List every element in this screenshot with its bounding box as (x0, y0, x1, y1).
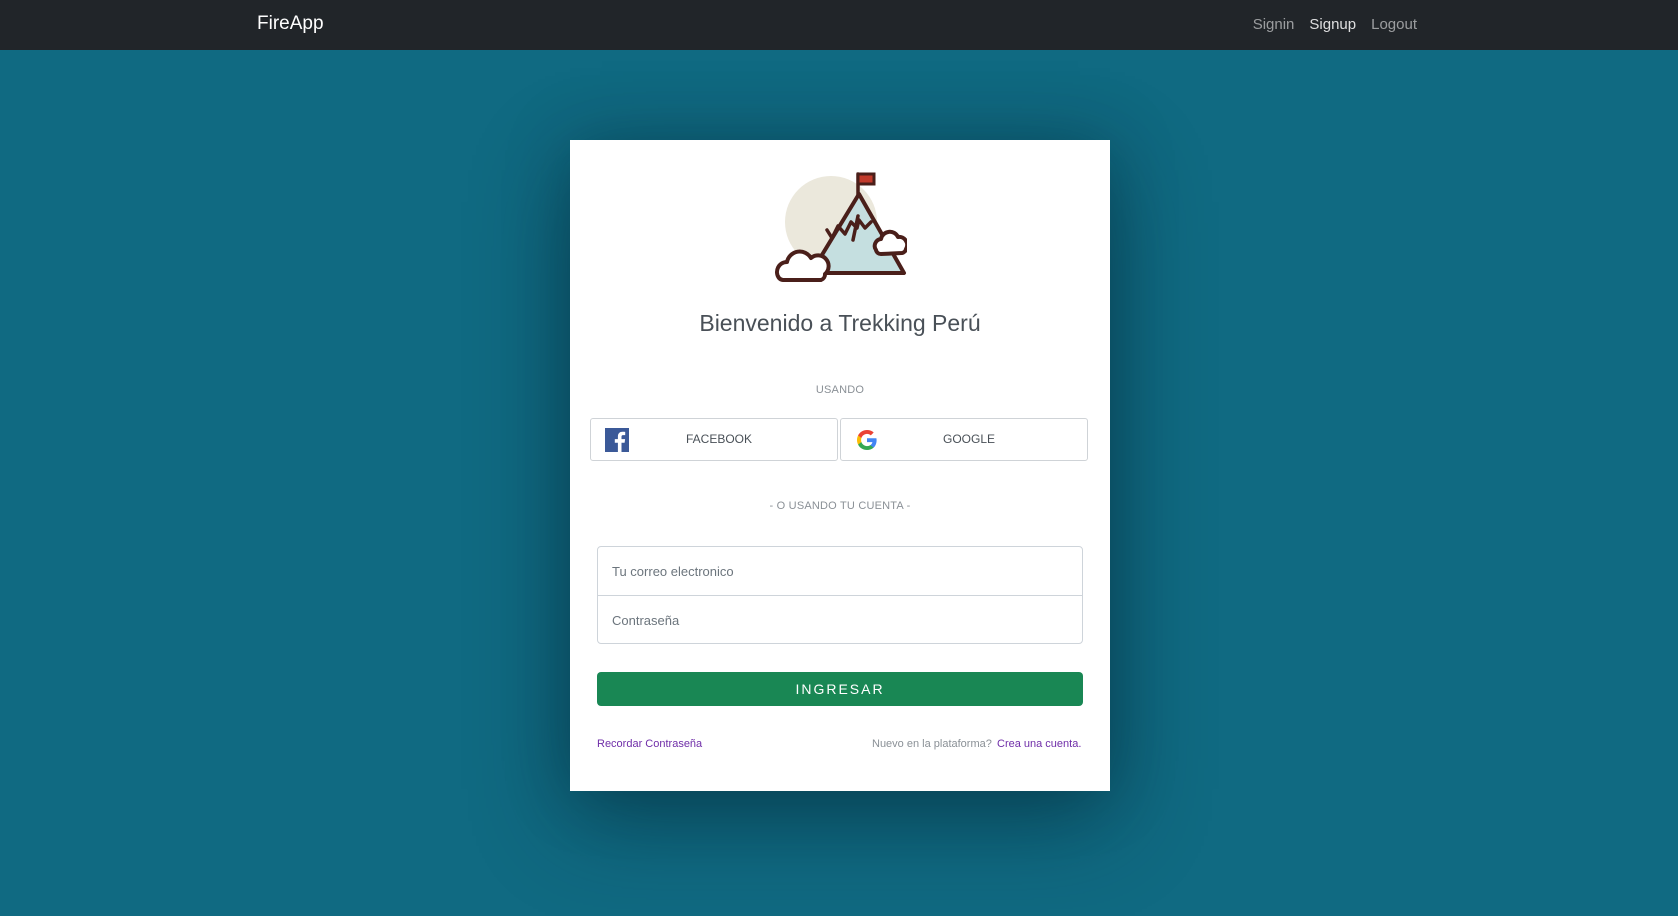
welcome-title: Bienvenido a Trekking Perú (699, 310, 981, 336)
submit-button[interactable]: INGRESAR (597, 672, 1083, 706)
navbar: FireApp Signin Signup Logout (0, 0, 1678, 50)
facebook-login-button[interactable]: FACEBOOK (590, 418, 838, 461)
or-account-label: - O USANDO TU CUENTA - (769, 500, 911, 512)
new-user-text: Nuevo en la plataforma? (872, 738, 992, 750)
forgot-password-link[interactable]: Recordar Contraseña (597, 738, 702, 750)
nav-link-signin[interactable]: Signin (1253, 16, 1295, 33)
brand-link[interactable]: FireApp (257, 13, 324, 35)
create-account-link[interactable]: Crea una cuenta. (997, 738, 1081, 750)
using-label: USANDO (815, 384, 865, 396)
nav-link-logout[interactable]: Logout (1371, 16, 1417, 33)
nav-link-signup[interactable]: Signup (1309, 16, 1356, 33)
login-form-fields (597, 546, 1083, 644)
password-field[interactable] (598, 596, 1082, 643)
email-field[interactable] (598, 547, 1082, 595)
google-label: GOOGLE (942, 432, 995, 446)
login-card: Bienvenido a Trekking Perú USANDO FACEBO… (570, 140, 1110, 791)
mountain-flag-icon (775, 172, 907, 282)
nav-links: Signin Signup Logout (1253, 16, 1417, 33)
google-login-button[interactable]: GOOGLE (840, 418, 1088, 461)
facebook-label: FACEBOOK (685, 432, 753, 446)
